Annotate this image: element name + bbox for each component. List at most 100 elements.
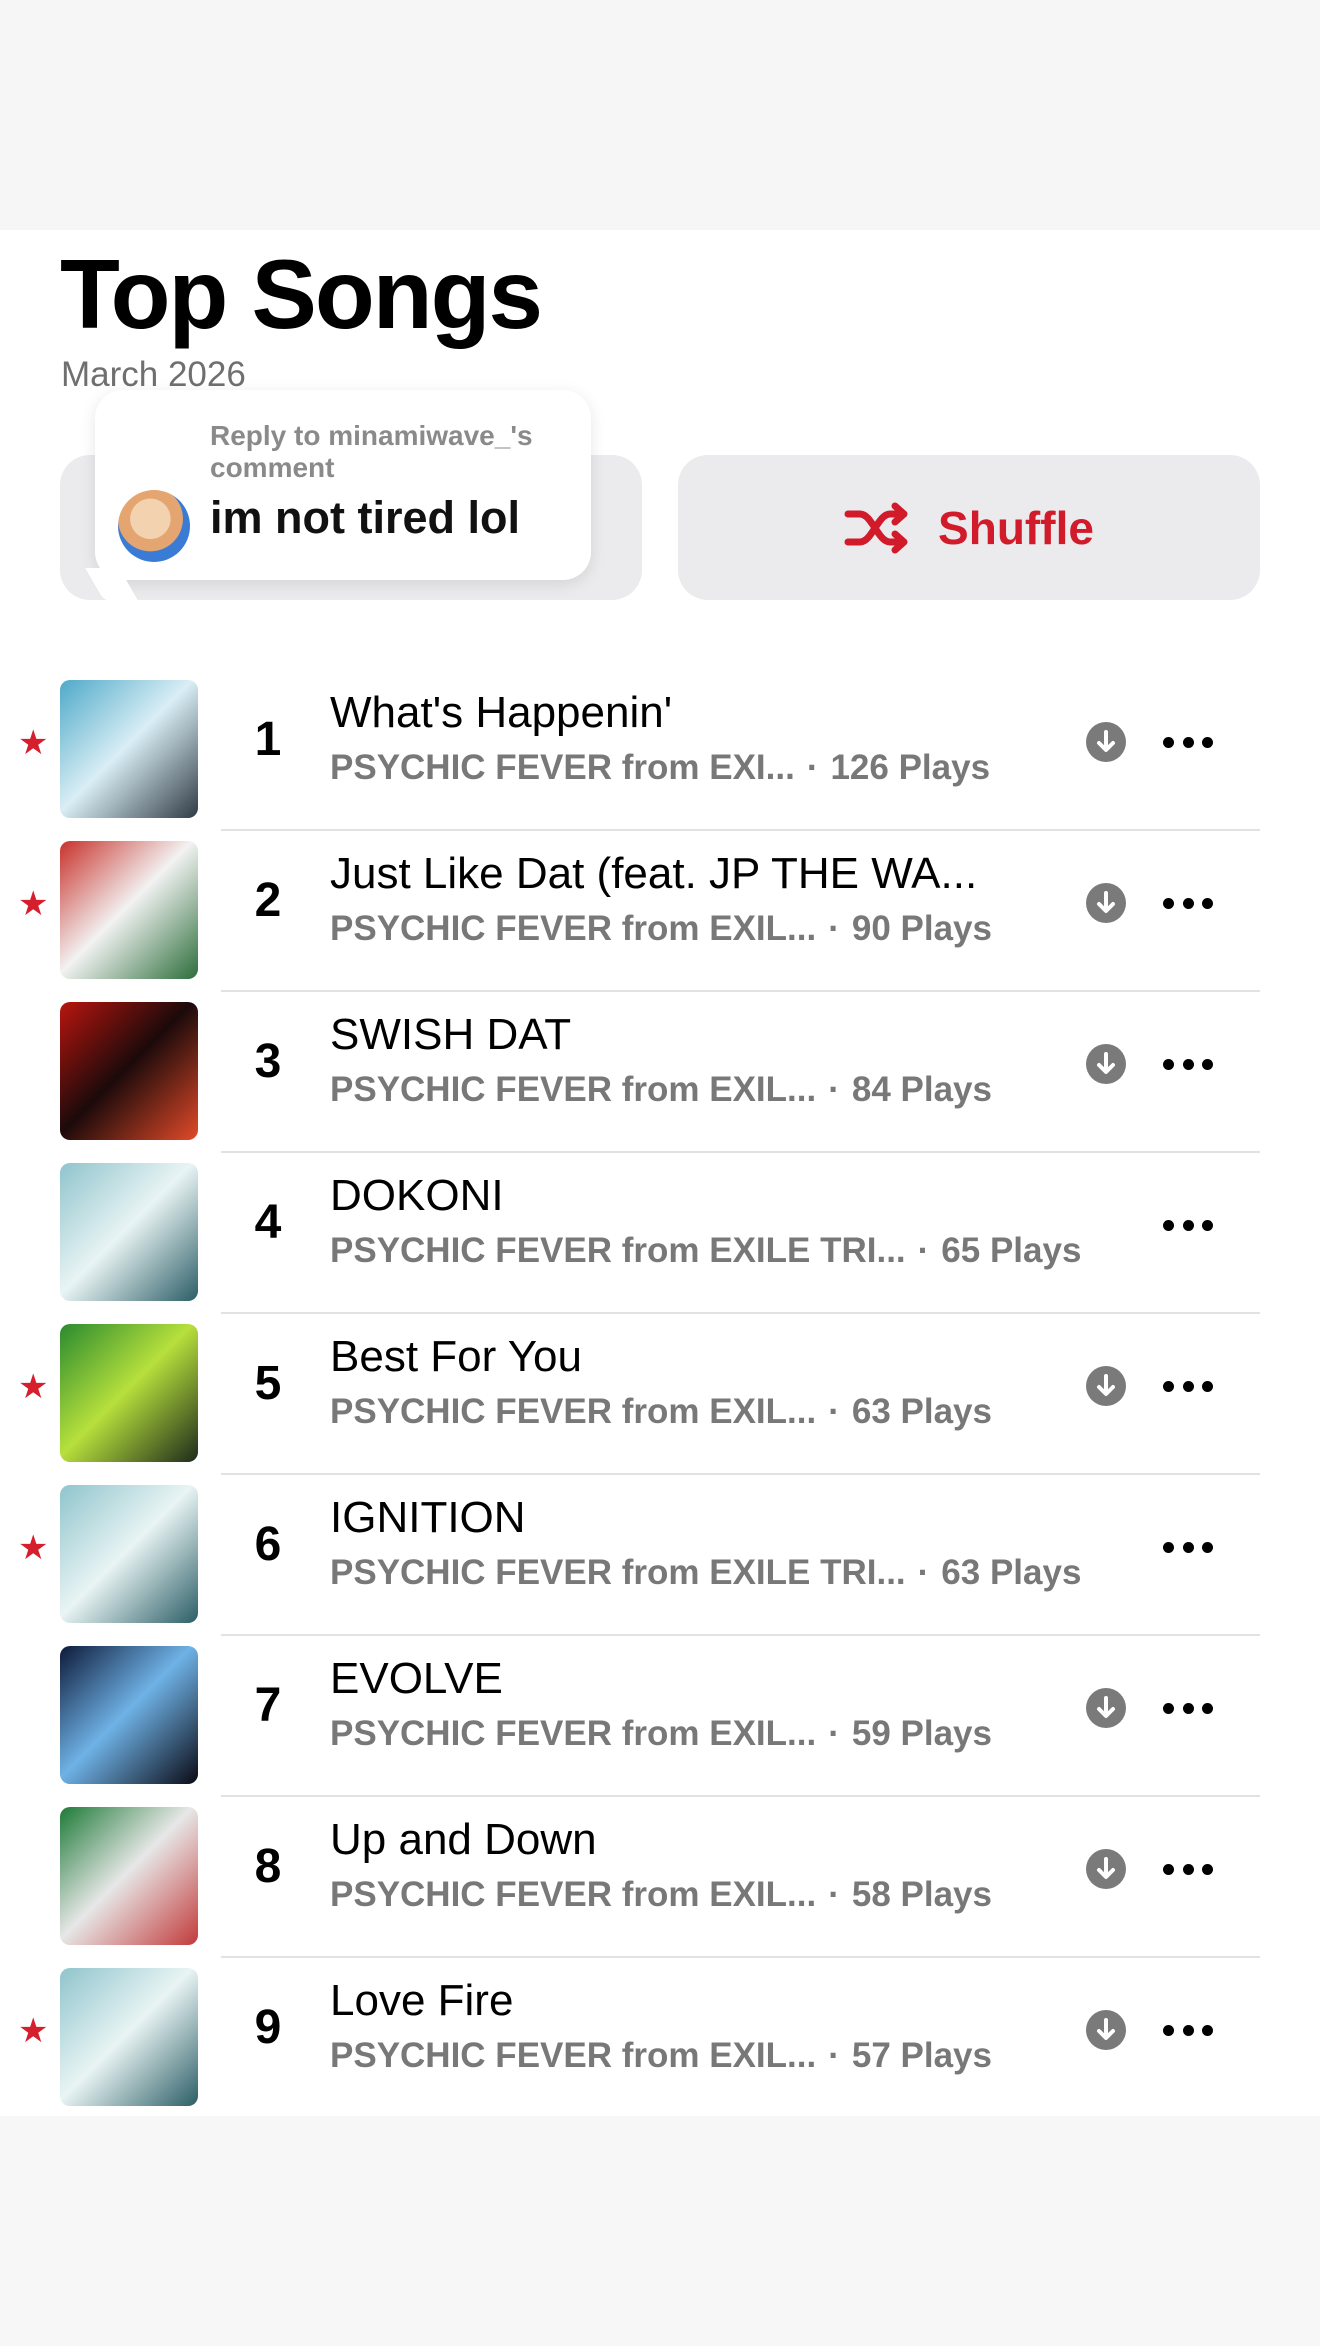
meta-separator: · — [828, 1070, 840, 1109]
album-art — [60, 1163, 198, 1301]
song-title: EVOLVE — [330, 1654, 503, 1703]
song-meta: PSYCHIC FEVER from EXIL... · 90 Plays — [330, 909, 992, 949]
song-row[interactable]: 8 Up and Down PSYCHIC FEVER from EXIL... ·… — [0, 1797, 1320, 1958]
song-plays: 90 Plays — [851, 909, 992, 948]
song-row[interactable]: ★ 6 IGNITION PSYCHIC FEVER from EXILE TRI.… — [0, 1475, 1320, 1636]
star-icon: ★ — [18, 1529, 49, 1567]
song-meta: PSYCHIC FEVER from EXIL... · 58 Plays — [330, 1875, 992, 1915]
song-plays: 63 Plays — [851, 1392, 992, 1431]
song-title: Up and Down — [330, 1815, 597, 1864]
shuffle-icon — [844, 502, 908, 553]
meta-separator: · — [828, 1714, 840, 1753]
more-options-icon[interactable] — [1163, 1527, 1213, 1567]
song-plays: 59 Plays — [851, 1714, 992, 1753]
song-artist: PSYCHIC FEVER from EXIL... — [330, 1070, 817, 1109]
song-title: Just Like Dat (feat. JP THE WA... — [330, 849, 978, 898]
song-row[interactable]: ★ 9 Love Fire PSYCHIC FEVER from EXIL... · 5… — [0, 1958, 1320, 2119]
song-rank: 8 — [254, 1840, 282, 1893]
song-title: What's Happenin' — [330, 688, 673, 737]
song-meta: PSYCHIC FEVER from EXILE TRI... · 63 Plays — [330, 1553, 1081, 1593]
star-icon: ★ — [18, 2012, 49, 2050]
song-rank: 2 — [254, 874, 282, 927]
song-plays: 65 Plays — [941, 1231, 1082, 1270]
download-icon[interactable] — [1086, 722, 1126, 762]
album-art — [60, 1485, 198, 1623]
song-plays: 58 Plays — [851, 1875, 992, 1914]
song-plays: 126 Plays — [830, 748, 991, 787]
star-icon: ★ — [18, 1368, 49, 1406]
meta-separator: · — [828, 2036, 840, 2075]
song-row[interactable]: 3 SWISH DAT PSYCHIC FEVER from EXIL... · 84… — [0, 992, 1320, 1153]
song-artist: PSYCHIC FEVER from EXIL... — [330, 909, 817, 948]
meta-separator: · — [917, 1553, 930, 1592]
top-fade — [0, 0, 1320, 230]
song-row[interactable]: 4 DOKONI PSYCHIC FEVER from EXILE TRI... ·… — [0, 1153, 1320, 1314]
download-icon[interactable] — [1086, 1366, 1126, 1406]
song-title: Best For You — [330, 1332, 582, 1381]
song-title: Love Fire — [330, 1976, 514, 2025]
song-artist: PSYCHIC FEVER from EXIL... — [330, 1714, 817, 1753]
song-rank: 7 — [254, 1679, 282, 1732]
download-icon[interactable] — [1086, 1044, 1126, 1084]
more-options-icon[interactable] — [1163, 1849, 1213, 1889]
song-title: IGNITION — [330, 1493, 526, 1542]
song-artist: PSYCHIC FEVER from EXIL... — [330, 2036, 817, 2075]
download-icon[interactable] — [1086, 1849, 1126, 1889]
song-rank: 4 — [254, 1196, 282, 1249]
more-options-icon[interactable] — [1163, 1044, 1213, 1084]
song-rank: 9 — [254, 2001, 282, 2054]
more-options-icon[interactable] — [1163, 2010, 1213, 2050]
more-options-icon[interactable] — [1163, 883, 1213, 923]
song-artist: PSYCHIC FEVER from EXIL... — [330, 1875, 817, 1914]
more-options-icon[interactable] — [1163, 1205, 1213, 1245]
star-icon: ★ — [18, 885, 49, 923]
song-meta: PSYCHIC FEVER from EXIL... · 59 Plays — [330, 1714, 992, 1754]
more-options-icon[interactable] — [1163, 1366, 1213, 1406]
page-subtitle: March 2026 — [61, 355, 246, 394]
song-artist: PSYCHIC FEVER from EXILE TRI... — [330, 1553, 906, 1592]
shuffle-button[interactable]: Shuffle — [678, 455, 1260, 600]
song-plays: 57 Plays — [851, 2036, 992, 2075]
song-row[interactable]: 7 EVOLVE PSYCHIC FEVER from EXIL... · 59 Pl… — [0, 1636, 1320, 1797]
song-rank: 5 — [254, 1357, 282, 1410]
song-meta: PSYCHIC FEVER from EXILE TRI... · 65 Plays — [330, 1231, 1081, 1271]
meta-separator: · — [828, 909, 840, 948]
reply-text: im not tired lol — [210, 492, 520, 543]
meta-separator: · — [806, 748, 819, 787]
song-artist: PSYCHIC FEVER from EXI... — [330, 748, 795, 787]
song-title: SWISH DAT — [330, 1010, 572, 1059]
album-art — [60, 1002, 198, 1140]
song-plays: 63 Plays — [941, 1553, 1082, 1592]
song-row[interactable]: ★ 1 What's Happenin' PSYCHIC FEVER from EX… — [0, 670, 1320, 831]
song-rank: 6 — [254, 1518, 282, 1571]
meta-separator: · — [828, 1875, 840, 1914]
album-art — [60, 841, 198, 979]
album-art — [60, 1807, 198, 1945]
song-row[interactable]: ★ 2 Just Like Dat (feat. JP THE WA... PSYC… — [0, 831, 1320, 992]
reply-meta: Reply to minamiwave_'s comment — [210, 420, 533, 484]
reply-bubble: Reply to minamiwave_'s comment im not ti… — [85, 390, 591, 602]
song-title: DOKONI — [330, 1171, 504, 1220]
song-artist: PSYCHIC FEVER from EXILE TRI... — [330, 1231, 906, 1270]
more-options-icon[interactable] — [1163, 1688, 1213, 1728]
bottom-fade — [0, 2116, 1320, 2346]
download-icon[interactable] — [1086, 1688, 1126, 1728]
meta-separator: · — [917, 1231, 930, 1270]
song-artist: PSYCHIC FEVER from EXIL... — [330, 1392, 817, 1431]
album-art — [60, 1324, 198, 1462]
more-options-icon[interactable] — [1163, 722, 1213, 762]
page-title: Top Songs — [60, 239, 543, 349]
album-art — [60, 1646, 198, 1784]
meta-separator: · — [828, 1392, 840, 1431]
song-rank: 3 — [254, 1035, 282, 1088]
top-songs-page: Top Songs March 2026 Shuffle Reply to mi… — [0, 230, 1320, 2119]
song-meta: PSYCHIC FEVER from EXIL... · 63 Plays — [330, 1392, 992, 1432]
download-icon[interactable] — [1086, 2010, 1126, 2050]
song-row[interactable]: ★ 5 Best For You PSYCHIC FEVER from EXIL..… — [0, 1314, 1320, 1475]
album-art — [60, 1968, 198, 2106]
song-meta: PSYCHIC FEVER from EXIL... · 84 Plays — [330, 1070, 992, 1110]
star-icon: ★ — [18, 724, 49, 762]
download-icon[interactable] — [1086, 883, 1126, 923]
shuffle-label: Shuffle — [938, 501, 1094, 554]
avatar — [118, 490, 190, 562]
